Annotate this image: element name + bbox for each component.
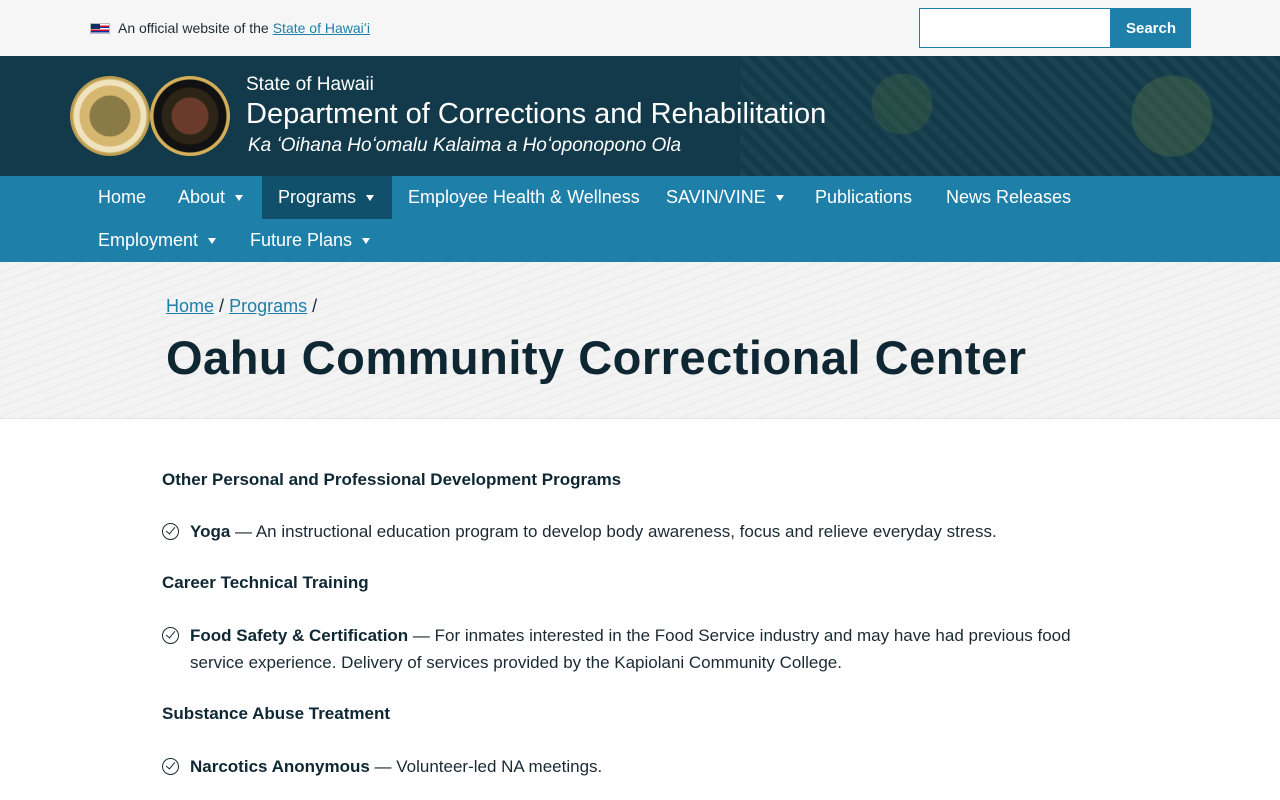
- department-name[interactable]: Department of Corrections and Rehabilita…: [246, 98, 826, 131]
- section-heading-career: Career Technical Training: [162, 573, 369, 592]
- nav-savin-vine-label: SAVIN/VINE: [666, 187, 766, 207]
- nav-future-plans[interactable]: Future Plans: [234, 219, 386, 262]
- nav-programs-label: Programs: [278, 187, 357, 207]
- caret-down-icon: [235, 194, 244, 201]
- nav-employment[interactable]: Employment: [82, 219, 232, 262]
- list-item-text: Yoga — An instructional education progra…: [190, 518, 1112, 545]
- program-name: Narcotics Anonymous: [190, 757, 370, 776]
- nav-programs[interactable]: Programs: [262, 176, 392, 219]
- official-banner: An official website of the State of Hawa…: [0, 0, 1280, 56]
- program-description: — Volunteer-led NA meetings.: [369, 757, 603, 776]
- department-seal-logo[interactable]: [150, 76, 230, 156]
- official-notice: An official website of the State of Hawa…: [90, 20, 370, 36]
- check-circle-icon: [162, 627, 179, 644]
- check-circle-icon: [162, 523, 179, 540]
- breadcrumb: Home / Programs /: [166, 296, 317, 317]
- list-item-text: Narcotics Anonymous — Volunteer-led NA m…: [190, 753, 1112, 780]
- breadcrumb-programs-link[interactable]: Programs: [229, 296, 307, 316]
- hawaii-flag-icon: [90, 22, 110, 34]
- breadcrumb-separator: /: [219, 296, 225, 316]
- nav-future-plans-label: Future Plans: [250, 230, 353, 250]
- nav-home-label: Home: [98, 187, 147, 207]
- nav-employee-health[interactable]: Employee Health & Wellness: [392, 176, 656, 219]
- nav-savin-vine[interactable]: SAVIN/VINE: [650, 176, 800, 219]
- nav-about-label: About: [178, 187, 226, 207]
- search-button[interactable]: Search: [1111, 8, 1191, 48]
- page-title: Oahu Community Correctional Center: [166, 331, 1027, 384]
- nav-about[interactable]: About: [162, 176, 259, 219]
- official-text: An official website of the: [118, 20, 269, 36]
- nav-home[interactable]: Home: [82, 176, 162, 219]
- main-navigation: Home About Programs Employee Health & We…: [0, 176, 1280, 262]
- program-name: Food Safety & Certification: [190, 626, 409, 645]
- caret-down-icon: [366, 194, 375, 201]
- state-seal-logo[interactable]: [70, 76, 150, 156]
- search-form: Search: [919, 8, 1191, 48]
- caret-down-icon: [208, 237, 217, 244]
- search-input[interactable]: [919, 8, 1111, 48]
- nav-employment-label: Employment: [98, 230, 199, 250]
- state-of-hawaii-link[interactable]: State of Hawaiʻi: [273, 20, 370, 36]
- caret-down-icon: [362, 237, 371, 244]
- program-name: Yoga: [190, 522, 231, 541]
- list-item-narcotics-anonymous: Narcotics Anonymous — Volunteer-led NA m…: [162, 753, 1112, 780]
- nav-publications-label: Publications: [815, 187, 913, 207]
- section-heading-development: Other Personal and Professional Developm…: [162, 470, 622, 489]
- breadcrumb-separator: /: [312, 296, 318, 316]
- nav-news-releases[interactable]: News Releases: [930, 176, 1087, 219]
- nav-news-releases-label: News Releases: [946, 187, 1072, 207]
- breadcrumb-home-link[interactable]: Home: [166, 296, 214, 316]
- list-item-text: Food Safety & Certification — For inmate…: [190, 622, 1112, 676]
- program-description: — An instructional education program to …: [230, 522, 997, 541]
- list-item-yoga: Yoga — An instructional education progra…: [162, 518, 1112, 545]
- caret-down-icon: [775, 194, 784, 201]
- check-circle-icon: [162, 758, 179, 775]
- nav-publications[interactable]: Publications: [799, 176, 928, 219]
- nav-employee-health-label: Employee Health & Wellness: [408, 187, 640, 207]
- list-item-food-safety: Food Safety & Certification — For inmate…: [162, 622, 1112, 676]
- state-name[interactable]: State of Hawaii: [246, 74, 374, 96]
- department-hawaiian-name: Ka ʻOihana Hoʻomalu Kalaima a Hoʻoponopo…: [248, 135, 682, 156]
- section-heading-substance-abuse: Substance Abuse Treatment: [162, 704, 390, 723]
